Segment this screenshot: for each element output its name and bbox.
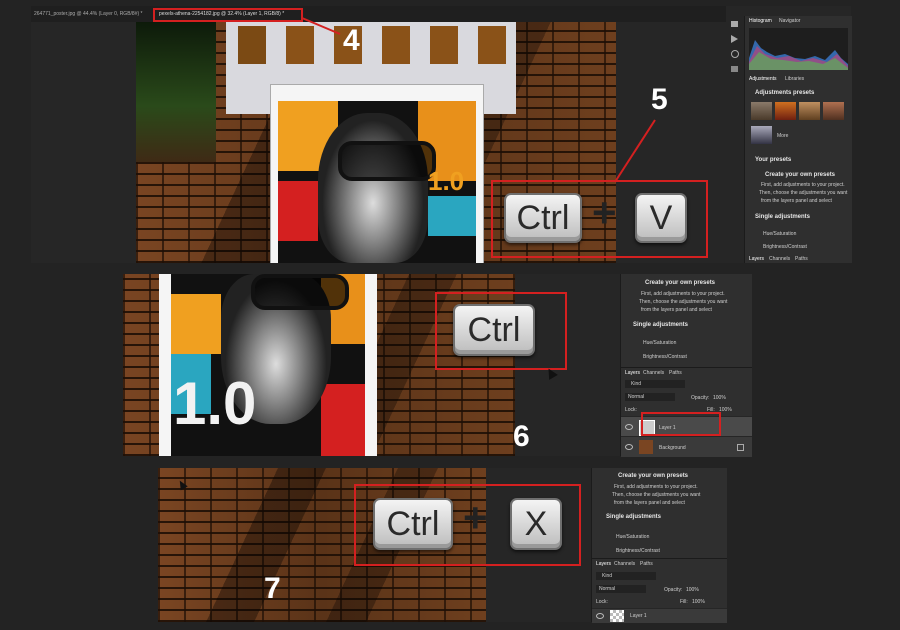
side-toolbar — [728, 16, 742, 256]
opacity-value-3[interactable]: 100% — [686, 587, 699, 593]
visibility-eye-icon[interactable] — [625, 424, 633, 430]
x-key: X — [510, 498, 562, 550]
opacity-label: Opacity: — [691, 395, 710, 401]
preset-thumbnails[interactable] — [751, 102, 847, 122]
layers-tab-2[interactable]: Layers — [625, 370, 640, 376]
info-icon[interactable] — [731, 50, 739, 58]
create-presets-desc-2-3: from the layers panel and select — [641, 307, 712, 313]
create-presets-desc-3-3: from the layers panel and select — [614, 500, 685, 506]
lock-label: Lock: — [625, 407, 637, 413]
histogram-tab[interactable]: Histogram — [749, 18, 772, 24]
step-number-6: 6 — [513, 420, 530, 453]
opacity-label-3: Opacity: — [664, 587, 683, 593]
hue-saturation-item[interactable]: Hue/Saturation — [763, 231, 796, 237]
kind-filter[interactable]: Kind — [625, 380, 685, 388]
poster-layer-2[interactable]: 1.0 — [159, 274, 377, 456]
visibility-eye-icon-3[interactable] — [596, 613, 604, 619]
background-thumbnail — [639, 440, 653, 454]
create-presets-desc-2-2: Then, choose the adjustments you want — [639, 299, 728, 305]
lock-label-3: Lock: — [596, 599, 608, 605]
create-presets-desc-2: Then, choose the adjustments you want — [759, 190, 848, 196]
tab-highlight-box — [153, 8, 303, 22]
single-adjustments-header-3[interactable]: Single adjustments — [606, 514, 661, 520]
paths-tab-3[interactable]: Paths — [640, 561, 653, 567]
ctrl-key-3: Ctrl — [373, 498, 453, 550]
create-presets-desc-1: First, add adjustments to your project. — [761, 182, 845, 188]
brightness-contrast-item[interactable]: Brightness/Contrast — [763, 244, 807, 250]
channels-tab-2[interactable]: Channels — [643, 370, 664, 376]
your-presets-header[interactable]: Your presets — [755, 157, 791, 163]
step-number-5: 5 — [651, 83, 668, 116]
empty-layer-thumbnail — [610, 610, 624, 622]
ctrl-key: Ctrl — [504, 193, 582, 243]
right-panel-3: Create your own presets First, add adjus… — [591, 468, 727, 623]
step-number-4: 4 — [343, 24, 360, 57]
paths-tab-2[interactable]: Paths — [669, 370, 682, 376]
lock-icon — [737, 444, 744, 451]
plus-sign: + — [592, 189, 617, 236]
paths-tab[interactable]: Paths — [795, 256, 808, 262]
adjustments-tab[interactable]: Adjustments — [749, 76, 777, 82]
fill-value-3[interactable]: 100% — [692, 599, 705, 605]
background-layer-name[interactable]: Background — [659, 445, 686, 451]
right-panel-1: Histogram Navigator Adjustments Librarie… — [744, 16, 852, 263]
create-presets-title: Create your own presets — [765, 172, 836, 178]
poster-layer[interactable]: 1.0 — [270, 84, 484, 263]
brightness-contrast-item-3[interactable]: Brightness/Contrast — [616, 548, 660, 554]
poster-artwork-2: 1.0 — [171, 274, 365, 456]
layer-name-3[interactable]: Layer 1 — [630, 613, 647, 619]
navigator-tab[interactable]: Navigator — [779, 18, 800, 24]
visibility-eye-icon-2[interactable] — [625, 444, 633, 450]
channels-tab[interactable]: Channels — [769, 256, 790, 262]
screenshot-panel-3: Ctrl + X Create your own presets First, … — [158, 468, 727, 623]
single-adjustments-header[interactable]: Single adjustments — [755, 214, 810, 220]
layers-tab-3[interactable]: Layers — [596, 561, 611, 567]
kind-filter-3[interactable]: Kind — [596, 572, 656, 580]
blend-mode-select-3[interactable]: Normal — [596, 585, 646, 593]
screenshot-panel-2: 1.0 Ctrl Create your own presets First, … — [123, 274, 752, 457]
brightness-contrast-item-2[interactable]: Brightness/Contrast — [643, 354, 687, 360]
layer-row-background[interactable]: Background — [621, 436, 752, 457]
brush-icon[interactable] — [731, 66, 738, 72]
adjustment-presets-header[interactable]: Adjustments presets — [755, 90, 814, 96]
hue-saturation-item-3[interactable]: Hue/Saturation — [616, 534, 649, 540]
create-presets-desc-3-1: First, add adjustments to your project. — [614, 484, 698, 490]
create-presets-title-3: Create your own presets — [618, 473, 689, 479]
step-number-7: 7 — [264, 572, 281, 605]
channels-tab-3[interactable]: Channels — [614, 561, 635, 567]
poster-number-text: 1.0 — [428, 166, 465, 196]
blend-mode-select[interactable]: Normal — [625, 393, 675, 401]
histogram-panel-icon[interactable] — [731, 21, 738, 27]
create-presets-desc-2-1: First, add adjustments to your project. — [641, 291, 725, 297]
layers-tab[interactable]: Layers — [749, 256, 764, 262]
create-presets-desc-3-2: Then, choose the adjustments you want — [612, 492, 701, 498]
ctrl-key-2: Ctrl — [453, 304, 535, 356]
screenshot-panel-1: 264771_poster.jpg @ 44.4% (Layer 0, RGB/… — [31, 6, 852, 263]
document-tab-bar: 264771_poster.jpg @ 44.4% (Layer 0, RGB/… — [31, 6, 726, 22]
layer-highlight-box — [641, 412, 721, 436]
histogram-graph — [749, 28, 848, 70]
create-presets-desc-3: from the layers panel and select — [761, 198, 832, 204]
v-key: V — [635, 193, 687, 243]
doc-tab-poster[interactable]: 264771_poster.jpg @ 44.4% (Layer 0, RGB/… — [34, 11, 142, 17]
single-adjustments-header-2[interactable]: Single adjustments — [633, 322, 688, 328]
poster-number-text-2: 1.0 — [173, 370, 257, 437]
preset-thumbnail-bw[interactable] — [751, 126, 772, 144]
layer-row-layer-1-3[interactable]: Layer 1 — [592, 608, 727, 623]
play-icon[interactable] — [731, 35, 738, 43]
poster-artwork: 1.0 — [278, 101, 476, 263]
opacity-value[interactable]: 100% — [713, 395, 726, 401]
libraries-tab[interactable]: Libraries — [785, 76, 804, 82]
create-presets-title-2: Create your own presets — [645, 280, 716, 286]
histogram-chart — [749, 40, 848, 70]
plus-sign-3: + — [463, 494, 488, 541]
fill-label-3: Fill: — [680, 599, 688, 605]
hedge-image — [136, 22, 216, 162]
hue-saturation-item-2[interactable]: Hue/Saturation — [643, 340, 676, 346]
more-presets-label[interactable]: More — [777, 133, 788, 139]
